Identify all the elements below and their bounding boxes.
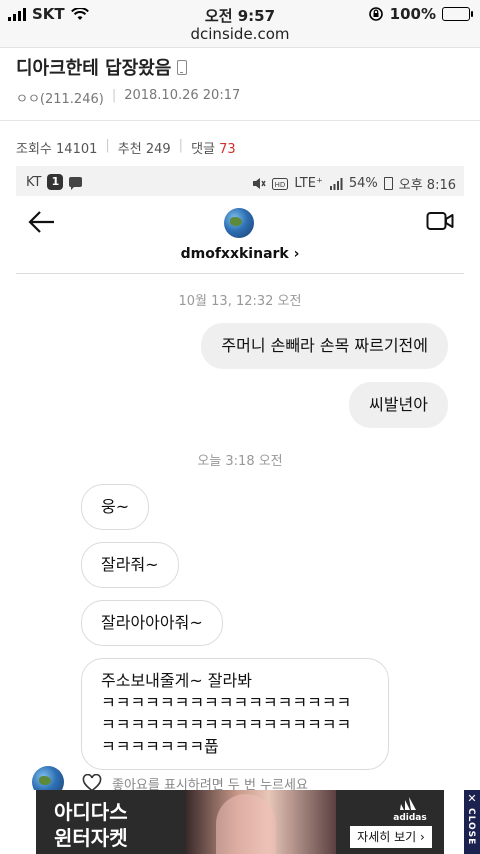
wifi-icon xyxy=(70,7,89,20)
svg-text:HD: HD xyxy=(275,181,286,189)
post-title: 디아크한테 답장왔음 xyxy=(16,54,188,80)
incoming-message[interactable]: 잘라아아아줘~ xyxy=(81,600,223,646)
message-line: ㅋㅋㅋㅋㅋㅋㅋ풉 xyxy=(101,737,219,756)
message-notification-icon xyxy=(69,177,83,190)
address-bar[interactable]: dcinside.com xyxy=(0,24,480,48)
android-time: 오후 8:16 xyxy=(398,178,456,193)
post-title-text: 디아크한테 답장왔음 xyxy=(16,58,172,79)
ad-banner[interactable]: 아디다스 윈터자켓 adidas 자세히 보기 › xyxy=(36,790,444,854)
likes-stat: 추천 249 xyxy=(118,138,171,157)
mute-icon xyxy=(253,178,266,189)
android-status-right: HD LTE⁺ 54% 오후 8:16 xyxy=(252,174,456,193)
cell-signal-icon xyxy=(8,7,26,21)
carrier-label: SKT xyxy=(32,5,65,23)
chevron-right-icon: › xyxy=(293,246,300,262)
status-right: 100% xyxy=(368,5,473,23)
views-stat: 조회수 14101 xyxy=(16,138,97,157)
mobile-post-icon xyxy=(177,59,188,75)
video-call-icon[interactable] xyxy=(426,210,454,232)
android-battery-icon xyxy=(383,177,393,190)
views-label: 조회수 xyxy=(16,142,52,157)
back-arrow-icon[interactable] xyxy=(28,210,56,234)
incoming-message[interactable]: 웅~ xyxy=(81,484,150,530)
incoming-message[interactable]: 주소보내줄게~ 잘라봐 ㅋㅋㅋㅋㅋㅋㅋㅋㅋㅋㅋㅋㅋㅋㅋㅋㅋ ㅋㅋㅋㅋㅋㅋㅋㅋㅋㅋ… xyxy=(81,658,389,770)
ad-left-margin xyxy=(0,790,36,854)
android-carrier: KT xyxy=(26,174,42,190)
likes-count: 249 xyxy=(145,142,171,157)
stats-divider: | xyxy=(105,138,110,153)
adidas-logo: adidas xyxy=(393,797,427,822)
comments-stat[interactable]: 댓글 73 xyxy=(191,138,236,157)
close-icon: ✕ xyxy=(467,792,477,805)
outgoing-message[interactable]: 씨발년아 xyxy=(349,382,448,428)
meta-divider: | xyxy=(111,88,117,103)
ad-close-button[interactable]: ✕ CLOSE xyxy=(464,790,480,854)
android-battery-percent: 54% xyxy=(348,176,378,191)
status-left: SKT xyxy=(8,5,89,23)
message-timestamp: 10월 13, 12:32 오전 xyxy=(178,294,302,309)
message-line: ㅋㅋㅋㅋㅋㅋㅋㅋㅋㅋㅋㅋㅋㅋㅋㅋㅋ xyxy=(101,693,352,712)
post-stats: 조회수 14101 | 추천 249 | 댓글 73 xyxy=(16,138,236,157)
ad-model-photo xyxy=(186,790,336,854)
notification-badge: 1 xyxy=(47,174,64,190)
battery-percent: 100% xyxy=(389,5,436,23)
stats-divider: | xyxy=(178,138,184,153)
post-datetime: 2018.10.26 20:17 xyxy=(124,88,241,103)
message-line: ㅋㅋㅋㅋㅋㅋㅋㅋㅋㅋㅋㅋㅋㅋㅋㅋㅋ xyxy=(101,715,352,734)
battery-icon xyxy=(442,7,473,21)
dm-username: dmofxxkinark xyxy=(180,246,289,262)
ad-subheadline: 윈터자켓 xyxy=(54,826,128,850)
comments-label: 댓글 xyxy=(191,142,215,157)
network-type: LTE⁺ xyxy=(294,176,323,191)
android-signal-icon xyxy=(329,177,343,190)
ad-headline: 아디다스 xyxy=(54,800,128,824)
header-divider xyxy=(0,120,480,121)
ad-more-button[interactable]: 자세히 보기 › xyxy=(350,826,432,848)
adidas-logo-text: adidas xyxy=(393,813,426,822)
outgoing-message[interactable]: 주머니 손빼라 손목 짜르기전에 xyxy=(201,323,448,369)
dm-avatar[interactable] xyxy=(224,208,254,238)
post-image: KT 1 HD LTE⁺ 54% 오후 8:16 dmofxxkinark › … xyxy=(16,166,464,796)
android-status-bar: KT 1 HD LTE⁺ 54% 오후 8:16 xyxy=(16,166,464,196)
incoming-message[interactable]: 잘라줘~ xyxy=(81,542,179,588)
likes-label: 추천 xyxy=(117,142,142,157)
android-status-left: KT 1 xyxy=(26,174,83,190)
post-meta: ㅇㅇ(211.246) | 2018.10.26 20:17 xyxy=(16,88,240,107)
orientation-lock-icon xyxy=(368,7,383,21)
views-count: 14101 xyxy=(56,142,98,157)
post-author[interactable]: ㅇㅇ(211.246) xyxy=(16,88,104,107)
hd-voice-icon: HD xyxy=(272,177,289,190)
message-timestamp: 오늘 3:18 오전 xyxy=(197,454,283,469)
comments-count: 73 xyxy=(219,142,236,157)
close-label: CLOSE xyxy=(466,808,476,846)
dm-header: dmofxxkinark › xyxy=(16,196,464,274)
message-line: 주소보내줄게~ 잘라봐 xyxy=(101,671,252,690)
dm-username-row[interactable]: dmofxxkinark › xyxy=(16,246,464,262)
